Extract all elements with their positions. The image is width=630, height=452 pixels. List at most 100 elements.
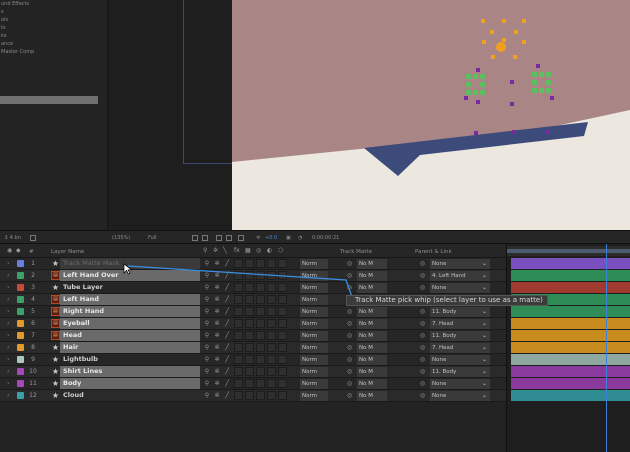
quality-icon[interactable]: ╱	[223, 378, 231, 389]
layer-row[interactable]: › 6 ▤ Eyeball ⚲ ✲ ╱ Norm ◎ No M ◎ 7. Head ⌄	[0, 318, 506, 330]
expand-chevron-icon[interactable]: ›	[7, 354, 9, 365]
track-matte-dropdown[interactable]: No M	[357, 319, 387, 329]
blend-mode-dropdown[interactable]: Norm	[300, 355, 328, 365]
motion-blur-toggle[interactable]	[256, 343, 265, 352]
quality-icon[interactable]: ╱	[223, 342, 231, 353]
label-color-swatch[interactable]	[17, 284, 24, 291]
layer-name[interactable]: Head	[60, 330, 200, 341]
fx-toggle[interactable]	[234, 271, 243, 280]
gear-icon[interactable]: ✲	[256, 235, 260, 241]
motion-blur-toggle[interactable]	[256, 331, 265, 340]
zoom-dropdown[interactable]: (135%)	[112, 235, 130, 241]
track-matte-dropdown[interactable]: No M	[357, 355, 387, 365]
shy-icon[interactable]: ⚲	[203, 306, 211, 317]
shy-switch-icon[interactable]: ⚲	[203, 248, 209, 254]
frame-blend-toggle[interactable]	[245, 319, 254, 328]
layer-name[interactable]: Hair	[60, 342, 200, 353]
track-matte-pick-whip-icon[interactable]: ◎	[345, 390, 354, 401]
label-color-swatch[interactable]	[17, 368, 24, 375]
layer-name[interactable]: Right Hand	[60, 306, 200, 317]
frame-blend-toggle[interactable]	[245, 343, 254, 352]
frame-blend-icon[interactable]: ▦	[245, 248, 251, 254]
shy-icon[interactable]: ⚲	[203, 330, 211, 341]
layer-duration-bar[interactable]	[511, 390, 630, 401]
parent-dropdown[interactable]: None ⌄	[430, 355, 490, 365]
blend-mode-dropdown[interactable]: Norm	[300, 283, 328, 293]
parent-dropdown[interactable]: 11. Body ⌄	[430, 307, 490, 317]
guides-icon[interactable]	[216, 235, 222, 241]
expand-chevron-icon[interactable]: ›	[7, 390, 9, 401]
label-color-swatch[interactable]	[17, 392, 24, 399]
layer-name[interactable]: Left Hand	[60, 294, 200, 305]
parent-dropdown[interactable]: 11. Body ⌄	[430, 367, 490, 377]
fx-toggle[interactable]	[234, 295, 243, 304]
expand-chevron-icon[interactable]: ›	[7, 258, 9, 269]
3d-view-icon[interactable]	[238, 235, 244, 241]
timecode-readout[interactable]: 0:00:00:21	[312, 235, 339, 241]
label-color-swatch[interactable]	[17, 296, 24, 303]
trash-icon[interactable]	[30, 235, 36, 241]
collapse-icon[interactable]: ✲	[213, 270, 221, 281]
fx-toggle[interactable]	[234, 391, 243, 400]
layer-row[interactable]: › 12 ★ Cloud ⚲ ✲ ╱ Norm ◎ No M ◎ None ⌄	[0, 390, 506, 402]
expand-chevron-icon[interactable]: ›	[7, 270, 9, 281]
parent-pick-whip-icon[interactable]: ◎	[418, 318, 427, 329]
track-matte-pick-whip-icon[interactable]: ◎	[345, 378, 354, 389]
collapse-icon[interactable]: ✲	[213, 306, 221, 317]
layer-duration-bar[interactable]	[511, 258, 630, 269]
transparency-grid-icon[interactable]	[202, 235, 208, 241]
quality-icon[interactable]: ╱	[223, 270, 231, 281]
track-matte-pick-whip-icon[interactable]: ◎	[345, 306, 354, 317]
layer-row[interactable]: › 1 ★ Track Matte Mask ⚲ ✲ ╱ Norm ◎ No M ◎ None ⌄	[0, 258, 506, 270]
parent-dropdown[interactable]: 7. Head ⌄	[430, 319, 490, 329]
layer-row[interactable]: › 9 ★ Lightbulb ⚲ ✲ ╱ Norm ◎ No M ◎ None ⌄	[0, 354, 506, 366]
3d-toggle[interactable]	[278, 307, 287, 316]
parent-dropdown[interactable]: None ⌄	[430, 283, 490, 293]
label-color-swatch[interactable]	[17, 344, 24, 351]
fx-toggle[interactable]	[234, 307, 243, 316]
label-color-swatch[interactable]	[17, 272, 24, 279]
current-time-indicator[interactable]	[606, 244, 607, 452]
project-item[interactable]: ance	[0, 40, 107, 48]
project-item[interactable]: ols	[0, 16, 107, 24]
parent-pick-whip-icon[interactable]: ◎	[418, 378, 427, 389]
layer-row[interactable]: › 3 ★ Tube Layer ⚲ ✲ ╱ Norm ◎ No M ◎ None ⌄	[0, 282, 506, 294]
layer-name[interactable]: Shirt Lines	[60, 366, 200, 377]
track-matte-pick-whip-icon[interactable]: ◎	[345, 318, 354, 329]
layer-name[interactable]: Eyeball	[60, 318, 200, 329]
track-matte-pick-whip-icon[interactable]: ◎	[345, 354, 354, 365]
motion-blur-toggle[interactable]	[256, 259, 265, 268]
layer-name[interactable]: Body	[60, 378, 200, 389]
3d-toggle[interactable]	[278, 391, 287, 400]
show-channel-icon[interactable]: ◔	[298, 235, 302, 241]
3d-toggle[interactable]	[278, 319, 287, 328]
layer-duration-bar[interactable]	[511, 330, 630, 341]
shy-icon[interactable]: ⚲	[203, 258, 211, 269]
adjustment-toggle[interactable]	[267, 307, 276, 316]
adjustment-toggle[interactable]	[267, 355, 276, 364]
timeline-track-area[interactable]	[506, 244, 630, 452]
frame-blend-toggle[interactable]	[245, 355, 254, 364]
adjustment-toggle[interactable]	[267, 391, 276, 400]
collapse-icon[interactable]: ✲	[213, 318, 221, 329]
label-color-swatch[interactable]	[17, 308, 24, 315]
parent-pick-whip-icon[interactable]: ◎	[418, 330, 427, 341]
resolution-dropdown[interactable]: Full	[148, 235, 157, 241]
fx-toggle[interactable]	[234, 319, 243, 328]
frame-blend-toggle[interactable]	[245, 379, 254, 388]
adjustment-layer-icon[interactable]: ◐	[267, 248, 273, 254]
motion-blur-toggle[interactable]	[256, 283, 265, 292]
adjustment-toggle[interactable]	[267, 319, 276, 328]
3d-toggle[interactable]	[278, 379, 287, 388]
layer-duration-bar[interactable]	[511, 366, 630, 377]
shy-icon[interactable]: ⚲	[203, 354, 211, 365]
motion-blur-toggle[interactable]	[256, 319, 265, 328]
fx-toggle[interactable]	[234, 259, 243, 268]
layer-duration-bar[interactable]	[511, 270, 630, 281]
frame-blend-toggle[interactable]	[245, 283, 254, 292]
track-matte-dropdown[interactable]: No M	[357, 331, 387, 341]
label-color-swatch[interactable]	[17, 260, 24, 267]
fx-toggle[interactable]	[234, 367, 243, 376]
quality-icon[interactable]: ╱	[223, 294, 231, 305]
track-matte-pick-whip-icon[interactable]: ◎	[345, 270, 354, 281]
